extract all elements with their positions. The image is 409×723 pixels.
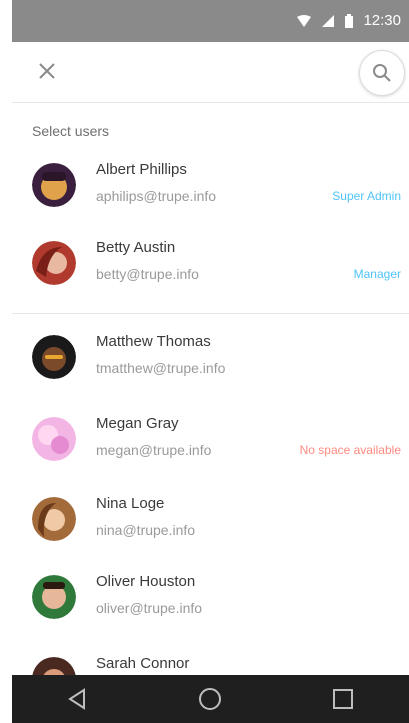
user-list: Select users Albert Phillips aphilips@tr… — [12, 103, 409, 675]
role-badge: Manager — [353, 267, 401, 281]
user-name: Sarah Connor — [96, 655, 190, 672]
user-name: Oliver Houston — [96, 573, 196, 590]
user-email: oliver@trupe.info — [96, 600, 203, 616]
status-bar: 12:30 — [12, 0, 409, 42]
close-icon[interactable] — [36, 60, 58, 82]
avatar — [32, 335, 76, 379]
avatar — [32, 497, 76, 541]
back-triangle-icon — [68, 688, 86, 710]
app-bar — [12, 42, 409, 103]
user-name: Megan Gray — [96, 415, 179, 432]
search-button[interactable] — [359, 50, 405, 96]
user-email: aphilips@trupe.info — [96, 188, 217, 204]
left-margin — [0, 0, 12, 723]
list-item-user[interactable]: Oliver Houston oliver@trupe.info — [12, 567, 409, 639]
list-item-user[interactable]: Sarah Connor — [12, 649, 409, 675]
list-item-user[interactable]: Albert Phillips aphilips@trupe.info Supe… — [12, 155, 409, 227]
user-email: betty@trupe.info — [96, 266, 199, 282]
role-badge: Super Admin — [332, 189, 401, 203]
user-name: Nina Loge — [96, 495, 165, 512]
user-email: nina@trupe.info — [96, 522, 196, 538]
signal-icon — [322, 14, 335, 27]
search-icon — [373, 64, 391, 82]
avatar — [32, 575, 76, 619]
list-item-user[interactable]: Matthew Thomas tmatthew@trupe.info — [12, 327, 409, 399]
avatar — [32, 417, 76, 461]
avatar — [32, 241, 76, 285]
wifi-icon — [297, 14, 312, 27]
avatar — [32, 163, 76, 207]
user-name: Matthew Thomas — [96, 333, 211, 350]
user-name: Betty Austin — [96, 239, 176, 256]
navigation-bar — [12, 675, 409, 723]
list-item-user[interactable]: Nina Loge nina@trupe.info — [12, 489, 409, 561]
battery-icon — [345, 13, 354, 28]
recents-button[interactable] — [323, 679, 363, 719]
home-button[interactable] — [190, 679, 230, 719]
back-button[interactable] — [58, 679, 98, 719]
user-name: Albert Phillips — [96, 161, 187, 178]
section-label: Select users — [32, 123, 110, 139]
list-item-user[interactable]: Megan Gray megan@trupe.info No space ava… — [12, 409, 409, 481]
avatar — [32, 657, 76, 675]
home-circle-icon — [199, 688, 222, 710]
status-time: 12:30 — [363, 12, 401, 29]
list-item-user[interactable]: Betty Austin betty@trupe.info Manager — [12, 233, 409, 305]
user-email: tmatthew@trupe.info — [96, 360, 226, 376]
divider — [12, 313, 409, 314]
recents-square-icon — [332, 689, 353, 709]
user-email: megan@trupe.info — [96, 442, 212, 458]
availability-badge: No space available — [299, 443, 401, 457]
